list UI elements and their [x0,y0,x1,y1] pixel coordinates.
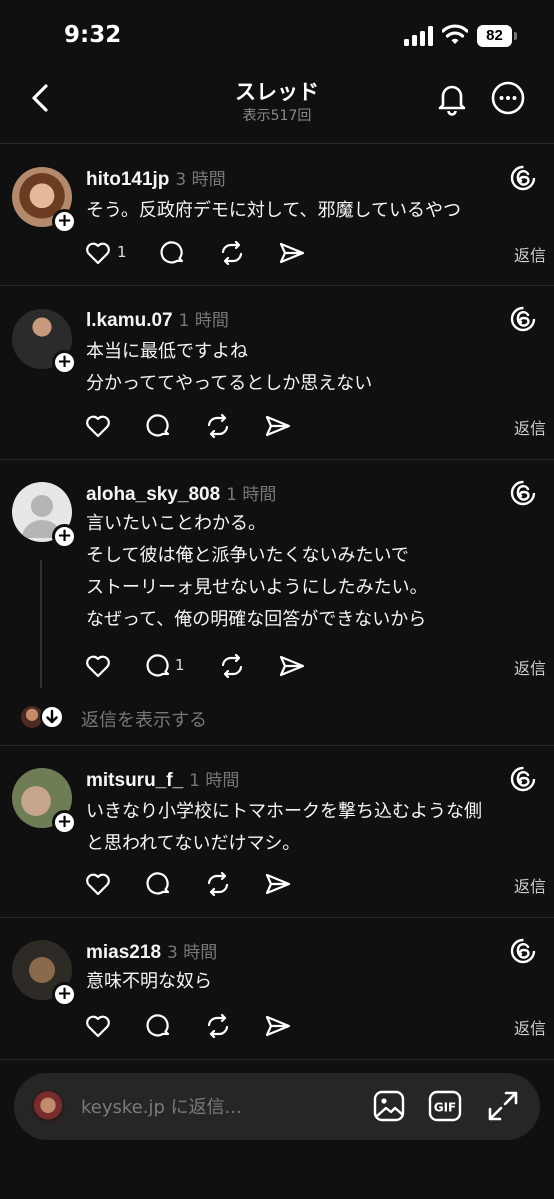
username[interactable]: l.kamu.07 1 時間 [86,306,229,332]
image-icon[interactable] [372,1089,406,1123]
show-replies-row[interactable]: 返信を表示する [0,700,554,736]
follow-plus-button[interactable]: + [52,524,77,549]
share-icon[interactable] [264,1012,292,1040]
time-ago: 1 時間 [178,311,229,331]
post-line: そして彼は俺と派争いたくないみたいで [86,545,409,566]
repost-icon[interactable] [204,1012,232,1040]
username[interactable]: aloha_sky_808 1 時間 [86,480,276,506]
share-icon[interactable] [264,870,292,898]
share-icon[interactable] [264,412,292,440]
username[interactable]: hito141jp 3 時間 [86,165,226,191]
threads-icon [510,938,536,964]
reply-post: + hito141jp 3 時間 そう。反政府デモに対して、邪魔しているやつ 1 … [0,145,554,286]
post-line: 分かっててやってるとしか思えない [86,373,373,394]
comment-count: 1 [175,656,185,674]
follow-plus-button[interactable]: + [52,810,77,835]
bell-icon[interactable] [434,80,470,116]
post-body: 意味不明な奴ら [86,966,212,998]
follow-plus-button[interactable]: + [52,982,77,1007]
signal-icon [404,26,433,46]
reply-composer[interactable]: keyske.jp に返信... GIF [14,1073,540,1140]
reply-post: + l.kamu.07 1 時間 本当に最低ですよね 分かっててやってるとしか思え… [0,286,554,460]
thread-line [40,560,42,688]
post-body: いきなり小学校にトマホークを撃ち込むような側 と思われてないだけマシ。 [86,796,482,860]
battery-level: 82 [477,25,512,47]
reply-post: + mias218 3 時間 意味不明な奴ら 返信 [0,918,554,1060]
threads-icon [510,480,536,506]
time-ago: 3 時間 [175,170,226,190]
svg-text:GIF: GIF [434,1101,457,1115]
reply-input[interactable]: keyske.jp に返信... [81,1093,242,1119]
threads-icon [510,306,536,332]
post-line: 本当に最低ですよね [86,341,248,362]
action-row: 返信 [84,412,546,442]
time-ago: 1 時間 [189,771,240,791]
reply-link[interactable]: 返信 [514,873,546,897]
share-icon[interactable] [278,652,306,680]
time-ago: 1 時間 [226,485,277,505]
comment-icon[interactable] [144,652,172,680]
time-ago: 3 時間 [167,943,218,963]
comment-icon[interactable] [144,870,172,898]
post-line: いきなり小学校にトマホークを撃ち込むような側 [86,801,482,822]
follow-plus-button[interactable]: + [52,209,77,234]
heart-icon[interactable] [84,652,112,680]
comment-icon[interactable] [158,239,186,267]
status-bar: 9:32 82 [0,0,554,70]
reply-post: + mitsuru_f_ 1 時間 いきなり小学校にトマホークを撃ち込むような側 … [0,746,554,918]
gif-icon[interactable]: GIF [428,1089,462,1123]
reply-link[interactable]: 返信 [514,415,546,439]
follow-plus-button[interactable]: + [52,350,77,375]
view-count: 表示517回 [242,108,312,124]
repost-icon[interactable] [218,652,246,680]
threads-icon [510,165,536,191]
reply-link[interactable]: 返信 [514,1015,546,1039]
heart-icon[interactable] [84,239,112,267]
page-title: スレッド [235,80,319,104]
post-line: ストーリーォ見せないようにしたみたい。 [86,577,428,598]
my-avatar [31,1090,65,1124]
reply-link[interactable]: 返信 [514,242,546,266]
post-body: そう。反政府デモに対して、邪魔しているやつ [86,195,461,227]
arrow-down-icon [40,705,64,729]
action-row: 1 返信 [84,652,546,682]
repost-icon[interactable] [204,412,232,440]
more-icon[interactable] [490,80,526,116]
repost-icon[interactable] [218,239,246,267]
share-icon[interactable] [278,239,306,267]
action-row: 返信 [84,870,546,900]
action-row: 1 返信 [84,239,546,269]
post-line: 言いたいことわかる。 [86,513,266,534]
comment-icon[interactable] [144,412,172,440]
post-line: そう。反政府デモに対して、邪魔しているやつ [86,200,461,221]
top-header: スレッド 表示517回 [0,70,554,144]
heart-icon[interactable] [84,1012,112,1040]
reply-link[interactable]: 返信 [514,655,546,679]
post-body: 言いたいことわかる。 そして彼は俺と派争いたくないみたいで ストーリーォ見せない… [86,508,428,636]
status-time: 9:32 [64,22,122,48]
heart-icon[interactable] [84,412,112,440]
threads-icon [510,766,536,792]
show-replies-label[interactable]: 返信を表示する [81,706,207,732]
heart-icon[interactable] [84,870,112,898]
post-line: なぜって、俺の明確な回答ができないから [86,609,427,630]
repost-icon[interactable] [204,870,232,898]
like-count: 1 [117,243,127,261]
username[interactable]: mias218 3 時間 [86,938,217,964]
post-line: と思われてないだけマシ。 [86,833,301,854]
post-line: 意味不明な奴ら [86,971,212,992]
battery-icon: 82 [477,25,517,47]
comment-icon[interactable] [144,1012,172,1040]
username[interactable]: mitsuru_f_ 1 時間 [86,766,239,792]
post-body: 本当に最低ですよね 分かっててやってるとしか思えない [86,336,372,400]
wifi-icon [442,24,468,44]
expand-icon[interactable] [486,1089,520,1123]
action-row: 返信 [84,1012,546,1042]
